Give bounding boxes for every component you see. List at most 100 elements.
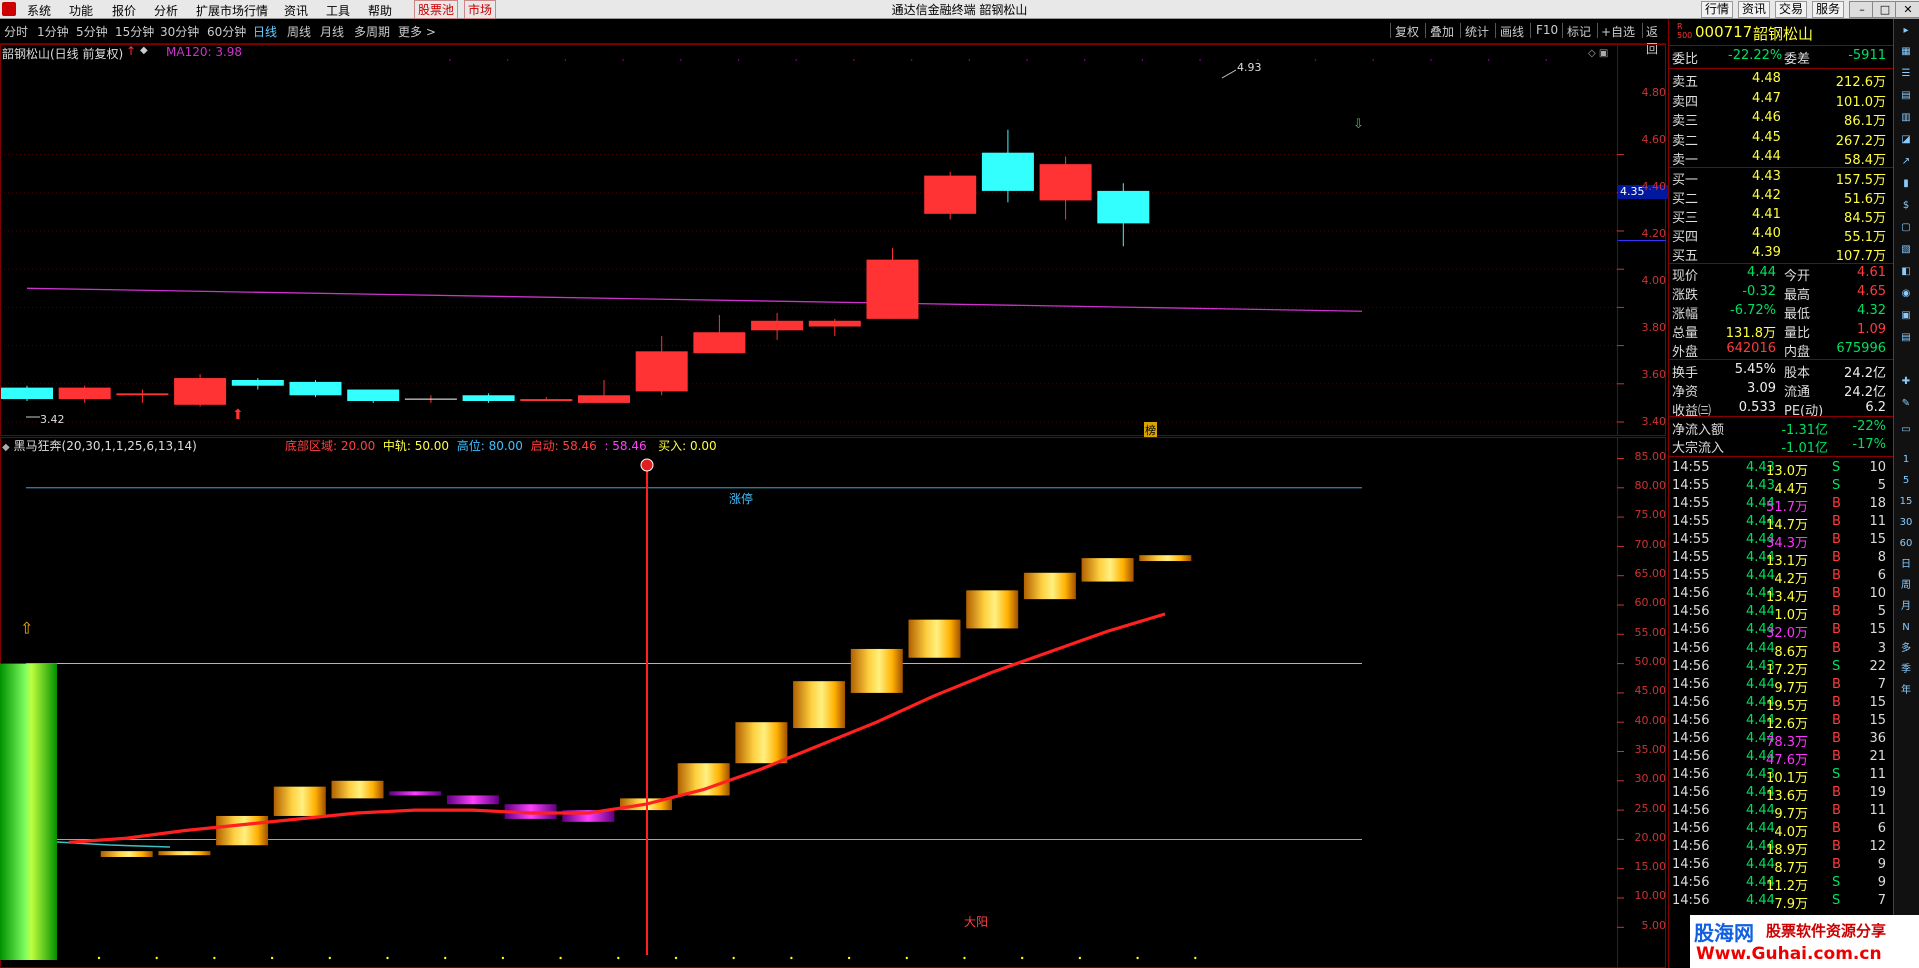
sidebar-square-icon[interactable]: ▢ — [1897, 219, 1915, 237]
bid-row[interactable]: 买五 4.39 107.7万 — [1672, 245, 1890, 264]
candlestick-chart[interactable]: ⬆ ⇩ ◇ ▣ — [0, 44, 1666, 436]
sidebar-panel-icon[interactable]: ◧ — [1897, 263, 1915, 281]
sidebar-period-4[interactable]: 60 — [1897, 535, 1915, 553]
tool-overlay[interactable]: 叠加 — [1430, 23, 1454, 40]
period-weekly[interactable]: 周线 — [287, 23, 311, 40]
sidebar-period-6[interactable]: 周 — [1897, 577, 1915, 595]
tick-side: S — [1832, 478, 1841, 494]
period-monthly[interactable]: 月线 — [320, 23, 344, 40]
period-1min[interactable]: 1分钟 — [37, 23, 69, 40]
tick-count: 15 — [1869, 622, 1886, 638]
sidebar-period-9[interactable]: 多 — [1897, 640, 1915, 658]
bid-row[interactable]: 买三 4.41 84.5万 — [1672, 207, 1890, 226]
period-multi[interactable]: 多周期 — [354, 23, 390, 40]
ask-label: 卖三 — [1672, 114, 1699, 129]
bottom-dot — [905, 956, 908, 960]
top-button-quote[interactable]: 行情 — [1701, 1, 1734, 18]
tick-price: 4.44 — [1746, 640, 1775, 656]
limit-up-label: 涨停 — [729, 492, 754, 506]
tool-add-favorite[interactable]: +自选 — [1601, 23, 1635, 40]
tool-mark[interactable]: 标记 — [1567, 23, 1591, 40]
sidebar-bars-icon[interactable]: ▮ — [1897, 175, 1915, 193]
sidebar-period-7[interactable]: 月 — [1897, 598, 1915, 616]
sidebar-list-icon[interactable]: ☰ — [1897, 65, 1915, 83]
sidebar-period-11[interactable]: 年 — [1897, 682, 1915, 700]
bid-row[interactable]: 买四 4.40 55.1万 — [1672, 226, 1890, 245]
ask-row[interactable]: 卖二 4.45 267.2万 — [1672, 130, 1890, 149]
tick-price: 4.44 — [1746, 568, 1775, 584]
tick-volume: 13.4万 — [1766, 590, 1808, 606]
close-button[interactable]: ✕ — [1895, 1, 1919, 18]
ask-row[interactable]: 卖一 4.44 58.4万 — [1672, 149, 1890, 168]
bottom-dot — [1136, 956, 1139, 960]
sidebar-pen-icon[interactable]: ✎ — [1897, 395, 1915, 413]
ma120-line — [26, 287, 1363, 312]
period-60min[interactable]: 60分钟 — [207, 23, 246, 40]
sidebar-fs-icon[interactable]: ▭ — [1897, 421, 1915, 439]
indicator-chart[interactable]: ⇧ — [0, 437, 1666, 968]
tool-draw[interactable]: 画线 — [1500, 23, 1524, 40]
rank-badge[interactable]: 榜 — [1144, 422, 1157, 438]
top-button-trade[interactable]: 交易 — [1775, 1, 1808, 18]
sidebar-dot-icon[interactable]: ◉ — [1897, 285, 1915, 303]
sidebar-period-10[interactable]: 季 — [1897, 661, 1915, 679]
sidebar-period-1[interactable]: 5 — [1897, 472, 1915, 490]
dropdown-icon[interactable]: ◆ — [140, 45, 148, 56]
high-pointer — [1221, 69, 1237, 79]
candle-body — [116, 393, 169, 396]
top-button-news[interactable]: 资讯 — [1738, 1, 1771, 18]
main-frame — [0, 44, 1666, 436]
stat-label: 涨跌 — [1672, 288, 1699, 303]
tick-side: S — [1832, 893, 1841, 909]
period-daily[interactable]: 日线 — [253, 23, 277, 40]
ask-price: 4.47 — [1752, 90, 1781, 106]
ask-row[interactable]: 卖三 4.46 86.1万 — [1672, 110, 1890, 129]
sidebar-period-2[interactable]: 15 — [1897, 493, 1915, 511]
tick-row: 14:56 4.44 8.7万 B 9 — [1672, 857, 1890, 876]
sidebar-grid-icon[interactable]: ▦ — [1897, 43, 1915, 61]
stat-value: -0.32 — [1742, 284, 1776, 299]
ask-row[interactable]: 卖五 4.48 212.6万 — [1672, 71, 1890, 90]
sidebar-period-5[interactable]: 日 — [1897, 556, 1915, 574]
sidebar-chart-icon[interactable]: ◪ — [1897, 131, 1915, 149]
sidebar-book-icon[interactable]: ▥ — [1897, 109, 1915, 127]
period-timeshare[interactable]: 分时 — [4, 23, 28, 40]
indicator-toggle-icon[interactable]: ◆ — [2, 442, 10, 453]
sidebar-stack-icon[interactable]: ▧ — [1897, 241, 1915, 259]
sidebar-doc-icon[interactable]: ▤ — [1897, 329, 1915, 347]
param-launch: 启动: 58.46 — [530, 439, 597, 453]
y-tick: 35.00 — [1634, 743, 1667, 756]
period-more[interactable]: 更多 > — [398, 23, 436, 40]
tick-time: 14:55 — [1672, 496, 1710, 512]
tool-f10[interactable]: F10 — [1536, 23, 1558, 37]
tick-count: 7 — [1877, 893, 1886, 909]
period-15min[interactable]: 15分钟 — [115, 23, 154, 40]
sidebar-arrow-icon[interactable]: ▸ — [1897, 22, 1915, 40]
period-30min[interactable]: 30分钟 — [160, 23, 199, 40]
tick-row: 14:56 4.44 19.5万 B 15 — [1672, 695, 1890, 714]
tick-row: 14:56 4.44 8.6万 B 3 — [1672, 640, 1890, 660]
candle-body — [751, 320, 804, 331]
candle-body — [231, 379, 284, 386]
top-dot — [1430, 59, 1432, 61]
sidebar-table-icon[interactable]: ▤ — [1897, 87, 1915, 105]
bid-row[interactable]: 买一 4.43 157.5万 — [1672, 169, 1890, 188]
tick-time: 14:55 — [1672, 460, 1710, 475]
tick-row: 14:56 4.44 78.3万 B 36 — [1672, 731, 1890, 750]
top-button-service[interactable]: 服务 — [1812, 1, 1845, 18]
sidebar-period-3[interactable]: 30 — [1897, 514, 1915, 532]
tick-row: 14:56 4.44 32.0万 B 15 — [1672, 622, 1890, 641]
sidebar-period-8[interactable]: N — [1897, 619, 1915, 637]
ask-row[interactable]: 卖四 4.47 101.0万 — [1672, 90, 1890, 110]
sidebar-money-icon[interactable]: $ — [1897, 197, 1915, 215]
sidebar-cross-icon[interactable]: ✚ — [1897, 373, 1915, 391]
period-5min[interactable]: 5分钟 — [76, 23, 108, 40]
tool-restore-rights[interactable]: 复权 — [1395, 23, 1419, 40]
bid-row[interactable]: 买二 4.42 51.6万 — [1672, 188, 1890, 207]
sidebar-window-icon[interactable]: ▣ — [1897, 307, 1915, 325]
sidebar-period-0[interactable]: 1 — [1897, 451, 1915, 469]
sidebar-trend-icon[interactable]: ↗ — [1897, 153, 1915, 171]
tool-statistics[interactable]: 统计 — [1465, 23, 1489, 40]
stat-value: 4.61 — [1857, 265, 1886, 280]
tick-row: 14:55 4.44 51.7万 B 18 — [1672, 496, 1890, 515]
